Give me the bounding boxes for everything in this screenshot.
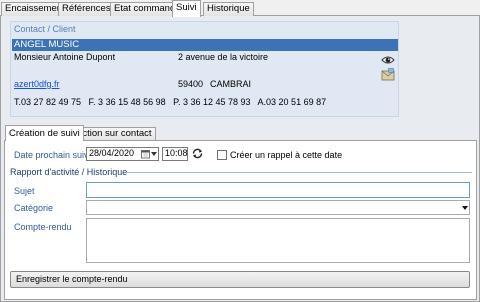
contact-address: 2 avenue de la victoire [178,52,269,62]
tab-action-sur-contact[interactable]: Action sur contact [72,127,156,141]
subject-input[interactable] [86,182,470,198]
contact-phones: T.03 27 82 49 75 F. 3 36 15 48 56 98 P. … [14,97,327,107]
time-input[interactable]: 10:08 [162,147,188,161]
date-label: Date prochain suivi [14,150,91,160]
report-textarea[interactable] [86,218,470,263]
contact-person: Monsieur Antoine Dupont [14,52,116,62]
time-value: 10:08 [165,148,188,158]
category-dropdown-icon[interactable] [462,206,468,210]
category-label: Catégorie [14,203,54,213]
contact-city: CAMBRAI [210,79,252,89]
section-divider [126,172,472,173]
subject-label: Sujet [14,186,35,196]
save-report-button[interactable]: Enregistrer le compte-rendu [10,271,470,288]
calendar-icon[interactable] [141,149,151,159]
tab-creation-de-suivi[interactable]: Création de suivi [5,125,84,141]
envelope-icon[interactable] [381,68,395,82]
dropdown-arrow-icon[interactable] [151,152,157,156]
tab-suivi[interactable]: Suivi [172,0,201,17]
reminder-label: Créer un rappel à cette date [230,150,343,160]
refresh-icon[interactable] [191,147,204,160]
category-value [87,202,89,213]
reminder-checkbox[interactable] [217,150,227,160]
subject-value [87,184,89,195]
report-label: Compte-rendu [14,222,72,232]
category-select[interactable] [86,200,470,215]
eye-icon[interactable] [381,55,395,65]
contact-legend: Contact / Client [14,24,76,34]
tab-references[interactable]: Références [58,2,115,16]
contact-postal-code: 59400 [178,79,204,89]
tab-historique[interactable]: Historique [203,2,254,16]
contact-email-link[interactable]: azert0dfg.fr [14,79,60,89]
date-value: 28/04/2020 [89,148,135,158]
contact-name[interactable]: ANGEL MUSIC [12,39,398,51]
section-title: Rapport d'activité / Historique [10,167,128,177]
